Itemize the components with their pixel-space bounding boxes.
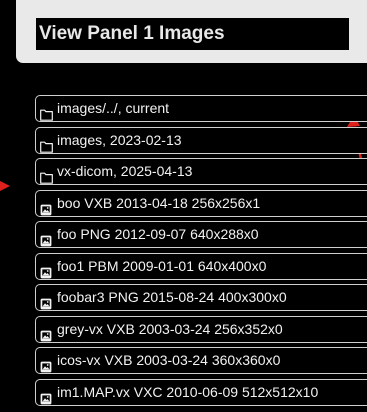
list-item[interactable]: foo PNG 2012-09-07 640x288x0 — [35, 221, 367, 248]
list-item-label: im1.MAP.vx VXC 2010-06-09 512x512x10 — [57, 383, 319, 400]
title-bar: View Panel 1 Images — [36, 18, 349, 50]
list-item-label: icos-vx VXB 2003-03-24 360x360x0 — [57, 352, 281, 368]
image-file-list: images/../, current images, 2023-02-13 vx-… — [35, 95, 367, 410]
list-item[interactable]: images, 2023-02-13 — [35, 126, 367, 154]
list-item[interactable]: grey-vx VXB 2003-03-24 256x352x0 — [35, 315, 367, 343]
list-item-label: boo VXB 2013-04-18 256x256x1 — [57, 194, 261, 211]
list-item-label: foo1 PBM 2009-01-01 640x400x0 — [57, 257, 267, 274]
list-item[interactable]: im1.MAP.vx VXC 2010-06-09 512x512x10 — [35, 378, 367, 406]
list-item[interactable]: vx-dicom, 2025-04-13 — [35, 158, 367, 185]
list-item-label: grey-vx VXB 2003-03-24 256x352x0 — [57, 320, 283, 337]
list-item[interactable]: images/../, current — [35, 95, 367, 122]
image-browser-panel: View Panel 1 Images images/../, current i… — [0, 0, 367, 412]
list-item[interactable]: foo1 PBM 2009-01-01 640x400x0 — [35, 252, 367, 280]
list-item[interactable]: foobar3 PNG 2015-08-24 400x300x0 — [35, 284, 367, 311]
list-item-label: images/../, current — [57, 100, 170, 116]
list-item[interactable]: icos-vx VXB 2003-03-24 360x360x0 — [35, 347, 367, 374]
list-item-label: images, 2023-02-13 — [57, 131, 182, 148]
image-file-icon — [40, 387, 53, 404]
page-title: View Panel 1 Images — [39, 23, 225, 44]
image-file-icon — [40, 229, 53, 247]
list-item-label: vx-dicom, 2025-04-13 — [57, 163, 193, 179]
folder-icon — [40, 166, 53, 184]
image-file-icon — [40, 292, 53, 310]
list-item-label: foobar3 PNG 2015-08-24 400x300x0 — [57, 289, 287, 305]
list-item[interactable]: boo VXB 2013-04-18 256x256x1 — [35, 189, 367, 217]
image-file-icon — [40, 261, 53, 278]
image-file-icon — [40, 198, 53, 215]
list-item-label: foo PNG 2012-09-07 640x288x0 — [57, 226, 259, 242]
image-file-icon — [40, 355, 53, 373]
left-red-arrow-icon — [0, 181, 10, 191]
folder-icon — [40, 103, 53, 121]
folder-icon — [40, 135, 53, 153]
image-file-icon — [40, 324, 53, 341]
